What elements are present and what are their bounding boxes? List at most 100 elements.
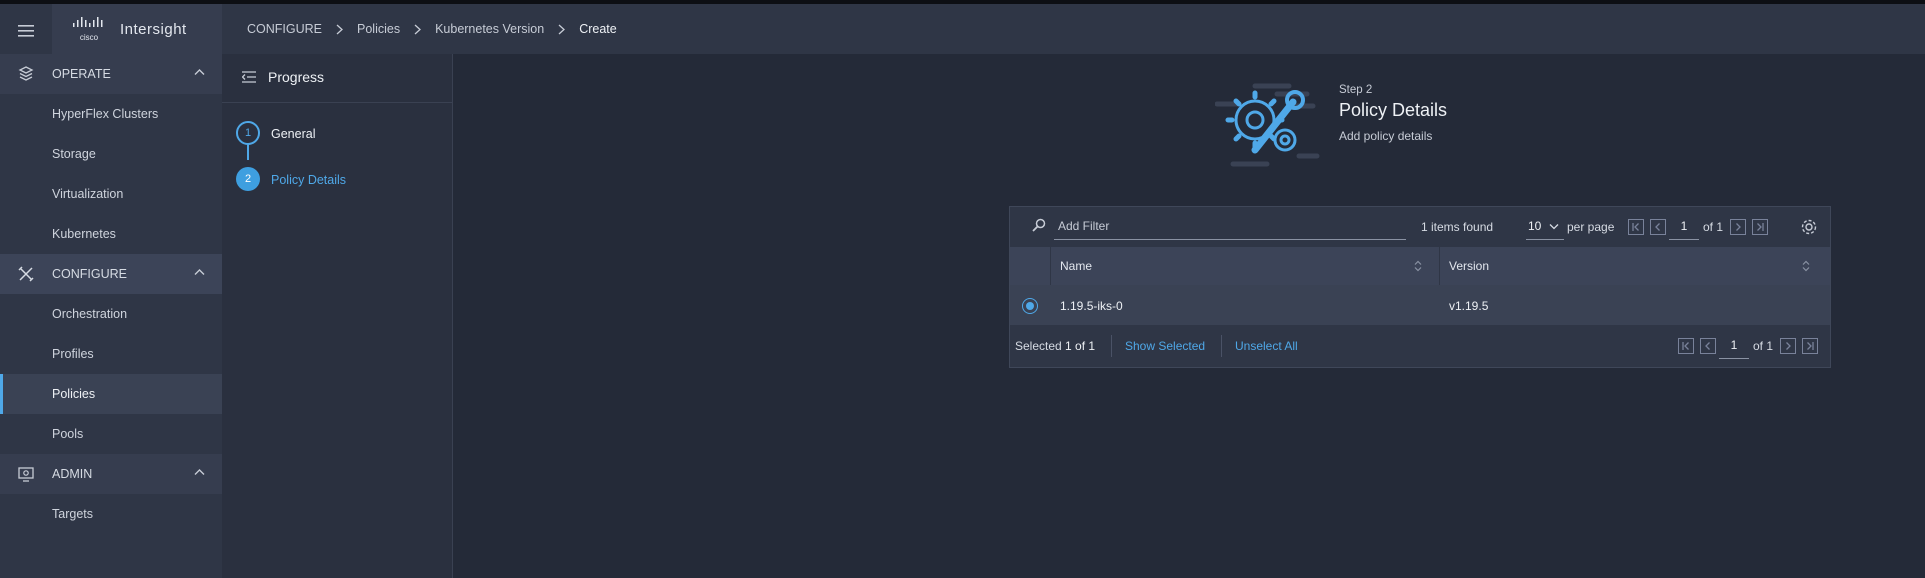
unselect-all-link[interactable]: Unselect All xyxy=(1235,339,1298,353)
sort-icon[interactable] xyxy=(1414,260,1422,272)
per-page-select[interactable]: 10 xyxy=(1526,213,1564,240)
cell-name: 1.19.5-iks-0 xyxy=(1060,299,1123,313)
table-row[interactable]: 1.19.5-iks-0 v1.19.5 xyxy=(1010,285,1830,325)
sidebar-item-policies[interactable]: Policies xyxy=(0,374,222,414)
sidebar-item-label: Virtualization xyxy=(52,187,124,201)
sidebar-section-operate[interactable]: OPERATE xyxy=(0,54,222,94)
table-settings-gear-icon[interactable] xyxy=(1800,218,1818,236)
last-page-button[interactable] xyxy=(1752,219,1768,235)
sidebar-item-label: Storage xyxy=(52,147,96,161)
sidebar-item-label: Orchestration xyxy=(52,307,128,321)
first-page-icon xyxy=(1682,342,1689,350)
sidebar-section-admin[interactable]: ADMIN xyxy=(0,454,222,494)
selected-count-value: 1 of 1 xyxy=(1065,339,1096,353)
sidebar-item-label: Kubernetes xyxy=(52,227,116,241)
selected-prefix: Selected xyxy=(1015,339,1066,353)
breadcrumb-configure[interactable]: CONFIGURE xyxy=(247,22,322,36)
chevron-down-icon xyxy=(1549,223,1559,230)
progress-panel: Progress 1 General 2 Policy Details xyxy=(222,54,453,578)
sidebar-item-label: Targets xyxy=(52,507,93,521)
sidebar-item-hyperflex-clusters[interactable]: HyperFlex Clusters xyxy=(0,94,222,134)
gear-wrench-illustration-icon xyxy=(1215,83,1320,167)
menu-toggle-button[interactable] xyxy=(10,15,42,47)
first-page-icon xyxy=(1632,223,1639,231)
sidebar-item-kubernetes[interactable]: Kubernetes xyxy=(0,214,222,254)
sidebar-item-label: HyperFlex Clusters xyxy=(52,107,159,121)
page-subtitle: Add policy details xyxy=(1339,129,1433,143)
page-number-input[interactable]: 1 xyxy=(1669,213,1699,240)
step-1-label[interactable]: General xyxy=(271,127,315,141)
first-page-button[interactable] xyxy=(1628,219,1644,235)
breadcrumb: CONFIGURE Policies Kubernetes Version Cr… xyxy=(247,4,617,54)
column-header-version[interactable]: Version xyxy=(1449,259,1489,273)
progress-title: Progress xyxy=(268,69,325,85)
footer-last-page-button[interactable] xyxy=(1802,338,1818,354)
breadcrumb-current: Create xyxy=(579,22,617,36)
footer-page-of-label: of 1 xyxy=(1753,339,1774,353)
chevron-up-icon xyxy=(194,469,205,475)
hamburger-icon xyxy=(18,25,34,37)
footer-next-page-button[interactable] xyxy=(1780,338,1796,354)
sort-icon[interactable] xyxy=(1802,260,1810,272)
per-page-label: per page xyxy=(1567,220,1615,234)
footer-divider xyxy=(1111,335,1112,357)
sidebar-item-orchestration[interactable]: Orchestration xyxy=(0,294,222,334)
cisco-logo: cisco xyxy=(73,17,103,42)
cisco-logo-text: cisco xyxy=(80,33,99,42)
chevron-right-icon xyxy=(414,24,422,35)
chevron-left-icon xyxy=(1655,223,1660,231)
column-divider xyxy=(1439,247,1440,285)
cell-version: v1.19.5 xyxy=(1449,299,1489,313)
tools-icon xyxy=(18,266,34,282)
sidebar-item-profiles[interactable]: Profiles xyxy=(0,334,222,374)
sidebar-section-label: CONFIGURE xyxy=(52,267,127,281)
breadcrumb-kubernetes-version[interactable]: Kubernetes Version xyxy=(435,22,544,36)
footer-page-number-input[interactable]: 1 xyxy=(1719,332,1749,359)
sidebar-item-virtualization[interactable]: Virtualization xyxy=(0,174,222,214)
sidebar-section-label: OPERATE xyxy=(52,67,111,81)
step-2-indicator[interactable]: 2 xyxy=(236,167,260,191)
policy-table: 1 items found 10 per page 1 of 1 Name Ve… xyxy=(1009,206,1831,368)
last-page-icon xyxy=(1757,223,1764,231)
sidebar-section-configure[interactable]: CONFIGURE xyxy=(0,254,222,294)
sidebar-item-label: Profiles xyxy=(52,347,94,361)
sidebar: OPERATE HyperFlex Clusters Storage Virtu… xyxy=(0,54,222,578)
chevron-right-icon xyxy=(1786,342,1791,350)
table-footer: Selected 1 of 1 Show Selected Unselect A… xyxy=(1010,325,1830,367)
footer-divider xyxy=(1221,335,1222,357)
step-2-label[interactable]: Policy Details xyxy=(271,173,346,187)
sidebar-item-storage[interactable]: Storage xyxy=(0,134,222,174)
row-radio-button[interactable] xyxy=(1022,298,1038,314)
radio-selected-dot xyxy=(1026,302,1034,310)
chevron-right-icon xyxy=(1736,223,1741,231)
chevron-up-icon xyxy=(194,69,205,75)
previous-page-button[interactable] xyxy=(1650,219,1666,235)
chevron-right-icon xyxy=(558,24,566,35)
table-header: Name Version xyxy=(1010,247,1830,285)
chevron-right-icon xyxy=(336,24,343,35)
next-page-button[interactable] xyxy=(1730,219,1746,235)
footer-first-page-button[interactable] xyxy=(1678,338,1694,354)
sidebar-item-pools[interactable]: Pools xyxy=(0,414,222,454)
selected-count: Selected 1 of 1 xyxy=(1015,339,1095,353)
progress-header: Progress xyxy=(222,54,452,103)
chevron-left-icon xyxy=(1705,342,1710,350)
selected-indicator xyxy=(0,374,3,414)
show-selected-link[interactable]: Show Selected xyxy=(1125,339,1205,353)
brand[interactable]: cisco Intersight xyxy=(52,4,222,54)
filter-input[interactable] xyxy=(1054,213,1406,240)
step-1-indicator[interactable]: 1 xyxy=(236,121,260,145)
breadcrumb-policies[interactable]: Policies xyxy=(357,22,400,36)
column-header-name[interactable]: Name xyxy=(1060,259,1092,273)
footer-previous-page-button[interactable] xyxy=(1700,338,1716,354)
table-toolbar: 1 items found 10 per page 1 of 1 xyxy=(1010,207,1830,247)
cube-stack-icon xyxy=(18,66,34,81)
items-found: 1 items found xyxy=(1421,220,1494,234)
page-of-label: of 1 xyxy=(1703,220,1724,234)
sidebar-section-label: ADMIN xyxy=(52,467,93,481)
sidebar-item-targets[interactable]: Targets xyxy=(0,494,222,534)
collapse-panel-icon[interactable] xyxy=(242,71,256,83)
last-page-icon xyxy=(1807,342,1814,350)
search-icon xyxy=(1032,218,1046,232)
sidebar-item-label: Policies xyxy=(52,387,96,401)
